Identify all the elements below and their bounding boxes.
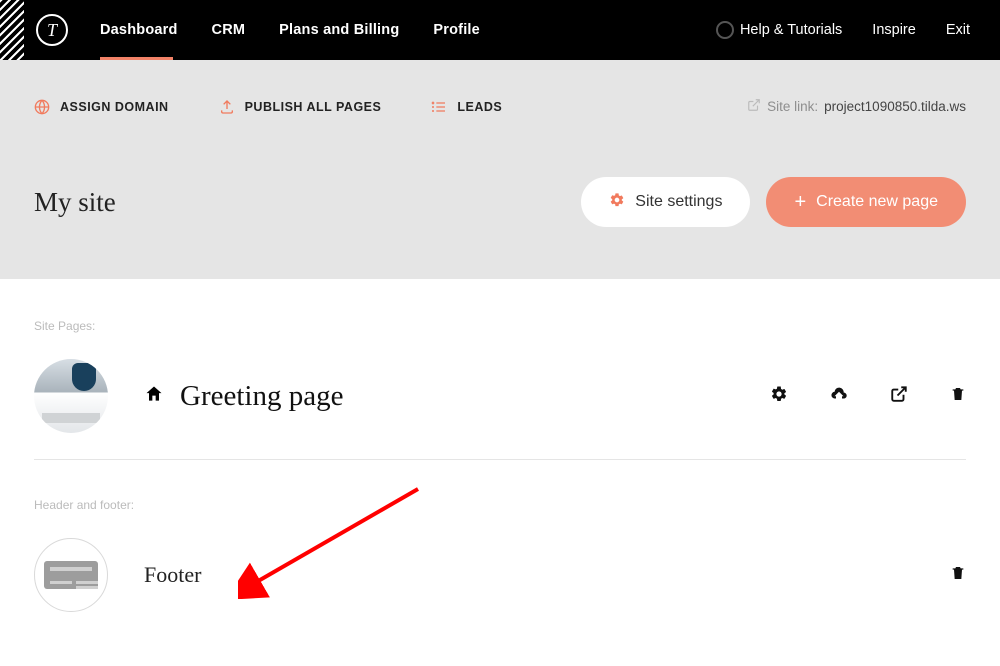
nav-crm[interactable]: CRM bbox=[212, 0, 246, 60]
logo-wrap[interactable]: T bbox=[24, 14, 80, 46]
nav-plans-billing[interactable]: Plans and Billing bbox=[279, 0, 399, 60]
plus-icon: + bbox=[794, 192, 806, 212]
leads-button[interactable]: LEADS bbox=[431, 99, 502, 115]
nav-links: Dashboard CRM Plans and Billing Profile bbox=[100, 0, 480, 60]
create-new-page-label: Create new page bbox=[816, 193, 938, 211]
globe-icon bbox=[34, 99, 50, 115]
page-title-wrap: Greeting page bbox=[144, 380, 343, 413]
decorative-waves bbox=[0, 0, 24, 60]
gear-icon bbox=[609, 192, 625, 213]
nav-dashboard[interactable]: Dashboard bbox=[100, 0, 178, 60]
assign-domain-label: ASSIGN DOMAIN bbox=[60, 100, 169, 114]
title-buttons: Site settings + Create new page bbox=[581, 177, 966, 227]
footer-delete-icon[interactable] bbox=[950, 564, 966, 587]
footer-thumbnail bbox=[34, 538, 108, 612]
help-circle-icon bbox=[716, 21, 734, 39]
site-settings-label: Site settings bbox=[635, 193, 722, 211]
page-row-actions bbox=[770, 385, 966, 408]
footer-row-actions bbox=[950, 564, 966, 587]
nav-profile[interactable]: Profile bbox=[433, 0, 480, 60]
top-navbar: T Dashboard CRM Plans and Billing Profil… bbox=[0, 0, 1000, 60]
nav-exit[interactable]: Exit bbox=[946, 22, 970, 38]
footer-title: Footer bbox=[144, 562, 201, 588]
nav-right: Help & Tutorials Inspire Exit bbox=[716, 21, 970, 39]
tilda-logo-icon: T bbox=[36, 14, 68, 46]
project-toolbar: ASSIGN DOMAIN PUBLISH ALL PAGES LEADS Si… bbox=[34, 98, 966, 115]
site-link[interactable]: Site link: project1090850.tilda.ws bbox=[747, 98, 966, 115]
publish-all-label: PUBLISH ALL PAGES bbox=[245, 100, 382, 114]
divider bbox=[34, 459, 966, 460]
external-link-icon bbox=[747, 98, 761, 115]
upload-icon bbox=[219, 99, 235, 115]
site-link-label: Site link: bbox=[767, 99, 818, 114]
nav-inspire[interactable]: Inspire bbox=[872, 22, 916, 38]
header-footer-label: Header and footer: bbox=[34, 498, 966, 512]
title-row: My site Site settings + Create new page bbox=[34, 177, 966, 227]
publish-all-button[interactable]: PUBLISH ALL PAGES bbox=[219, 99, 382, 115]
pages-area: Site Pages: Greeting page Header and foo… bbox=[0, 279, 1000, 660]
nav-help-label: Help & Tutorials bbox=[740, 22, 842, 38]
footer-thumb-graphic bbox=[44, 561, 98, 589]
page-publish-icon[interactable] bbox=[830, 385, 848, 408]
assign-domain-button[interactable]: ASSIGN DOMAIN bbox=[34, 99, 169, 115]
site-title: My site bbox=[34, 187, 116, 218]
page-delete-icon[interactable] bbox=[950, 385, 966, 408]
footer-row[interactable]: Footer bbox=[34, 530, 966, 620]
nav-help-tutorials[interactable]: Help & Tutorials bbox=[716, 21, 842, 39]
page-open-icon[interactable] bbox=[890, 385, 908, 408]
site-link-value: project1090850.tilda.ws bbox=[824, 99, 966, 114]
site-pages-label: Site Pages: bbox=[34, 319, 966, 333]
page-row-greeting[interactable]: Greeting page bbox=[34, 351, 966, 441]
site-settings-button[interactable]: Site settings bbox=[581, 177, 750, 227]
page-settings-icon[interactable] bbox=[770, 385, 788, 408]
leads-label: LEADS bbox=[457, 100, 502, 114]
create-new-page-button[interactable]: + Create new page bbox=[766, 177, 966, 227]
page-thumbnail bbox=[34, 359, 108, 433]
leads-icon bbox=[431, 99, 447, 115]
project-header-area: ASSIGN DOMAIN PUBLISH ALL PAGES LEADS Si… bbox=[0, 60, 1000, 279]
home-icon bbox=[144, 384, 164, 409]
page-title: Greeting page bbox=[180, 380, 343, 413]
